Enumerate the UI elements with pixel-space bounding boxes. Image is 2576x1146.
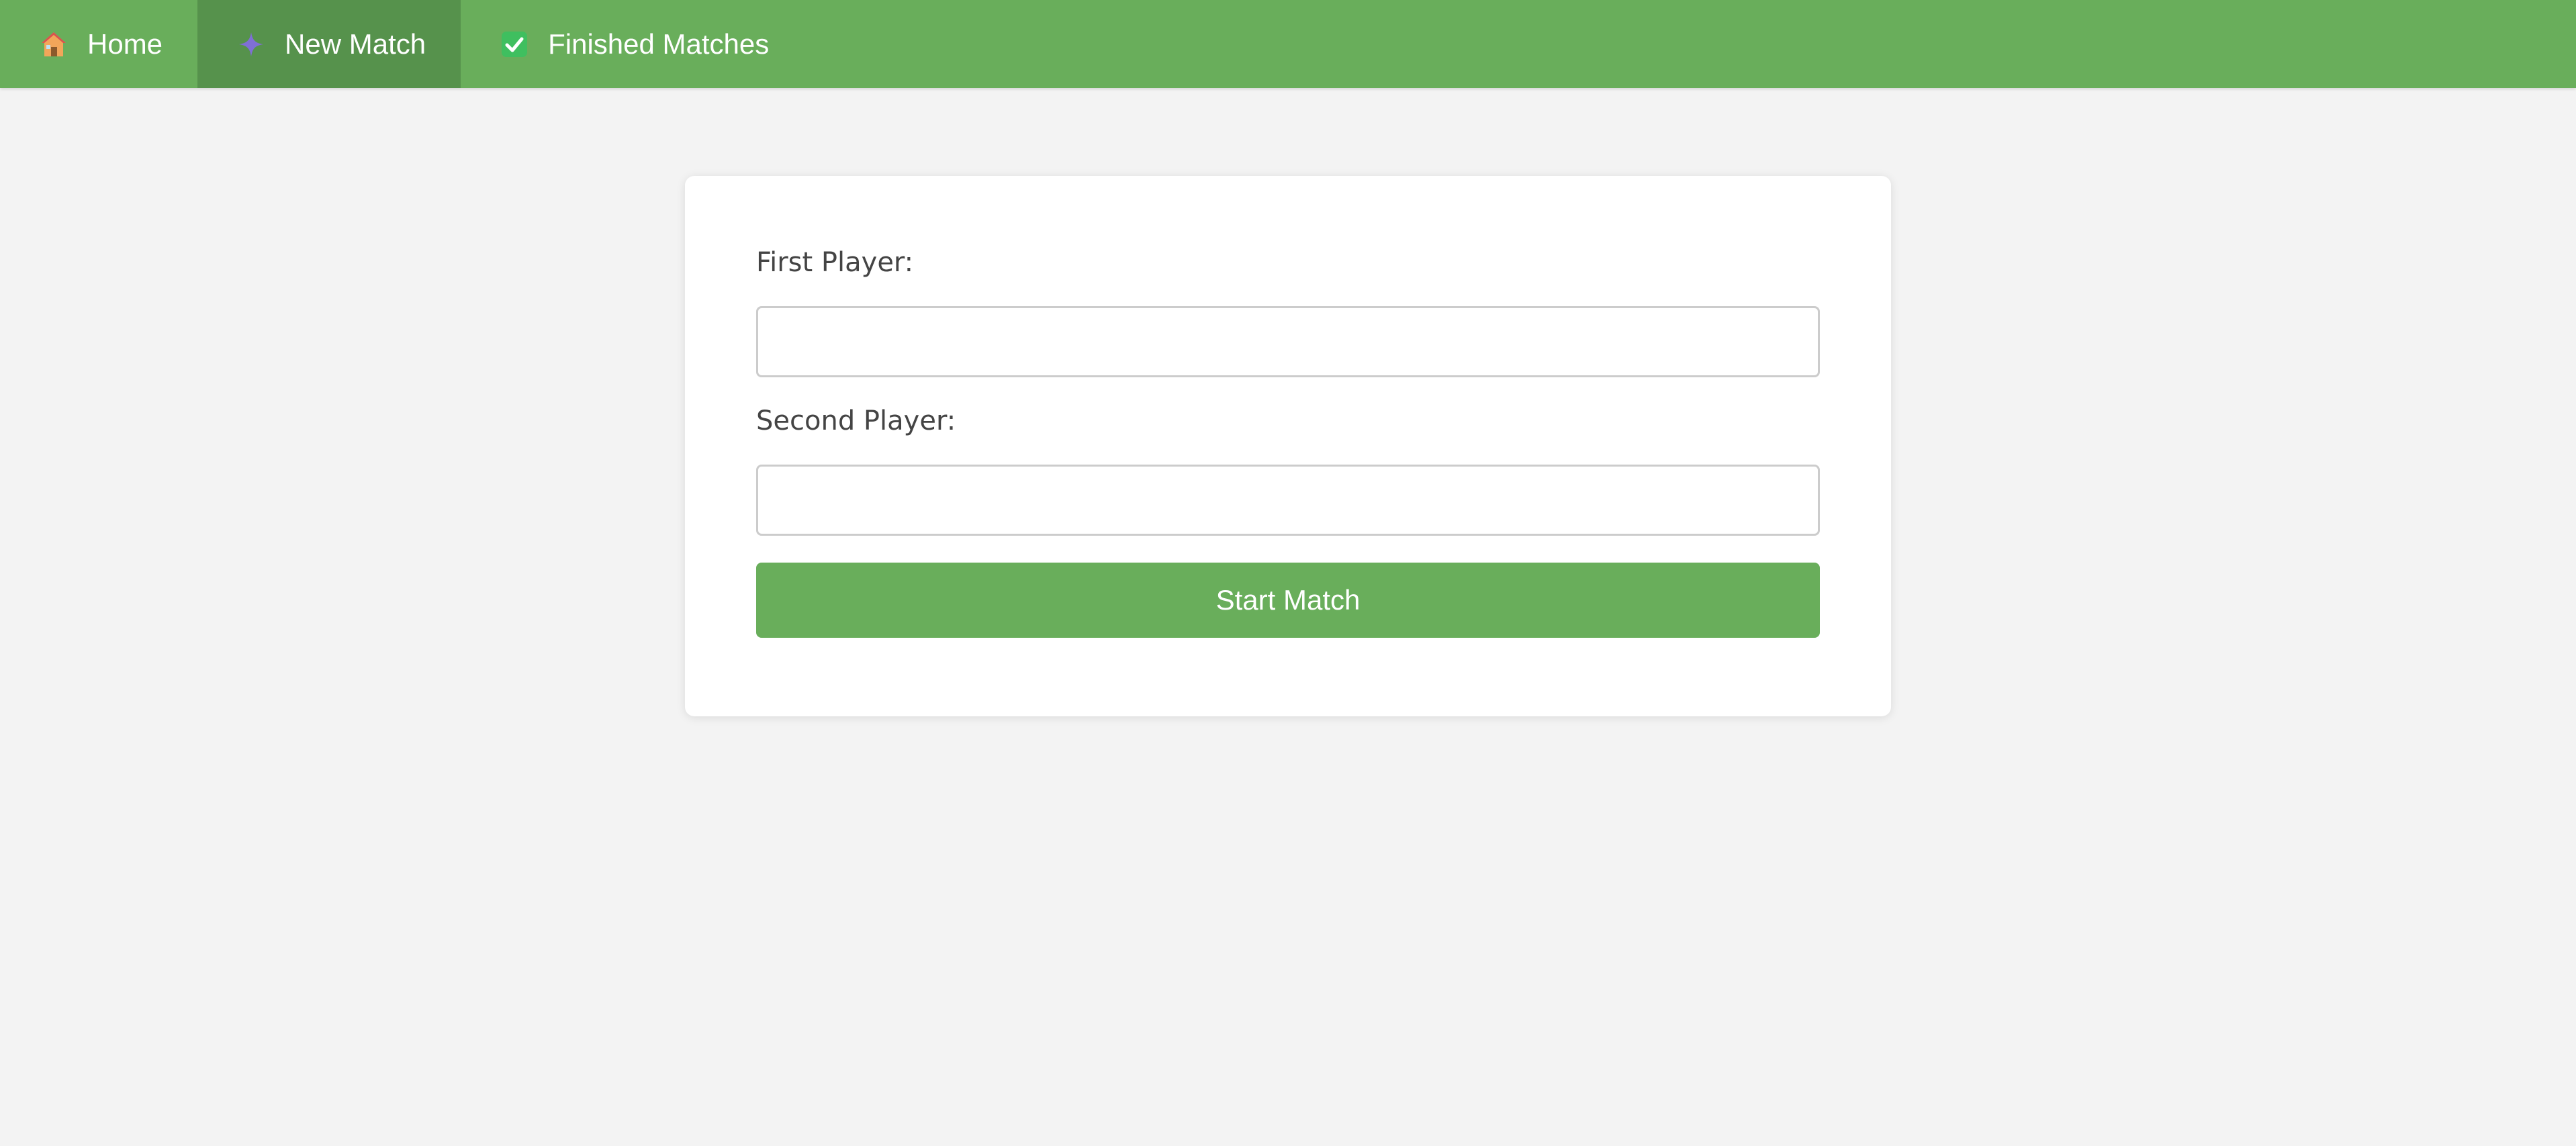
nav-label-finished-matches: Finished Matches [548,28,770,60]
sparkle-icon [236,30,266,59]
house-icon [39,30,68,59]
second-player-input[interactable] [756,465,1820,536]
second-player-label: Second Player: [756,405,956,436]
nav-item-finished-matches[interactable]: Finished Matches [461,0,804,88]
nav-item-home[interactable]: Home [0,0,197,88]
nav-label-home: Home [87,28,163,60]
check-mark-icon [500,30,529,59]
first-player-input[interactable] [756,306,1820,377]
nav-item-new-match[interactable]: New Match [197,0,461,88]
nav-label-new-match: New Match [285,28,426,60]
new-match-form-card: First Player: Second Player: Start Match [685,176,1891,716]
top-navbar: Home New Match Finished Matches [0,0,2576,88]
start-match-button[interactable]: Start Match [756,563,1820,638]
first-player-label: First Player: [756,247,914,278]
